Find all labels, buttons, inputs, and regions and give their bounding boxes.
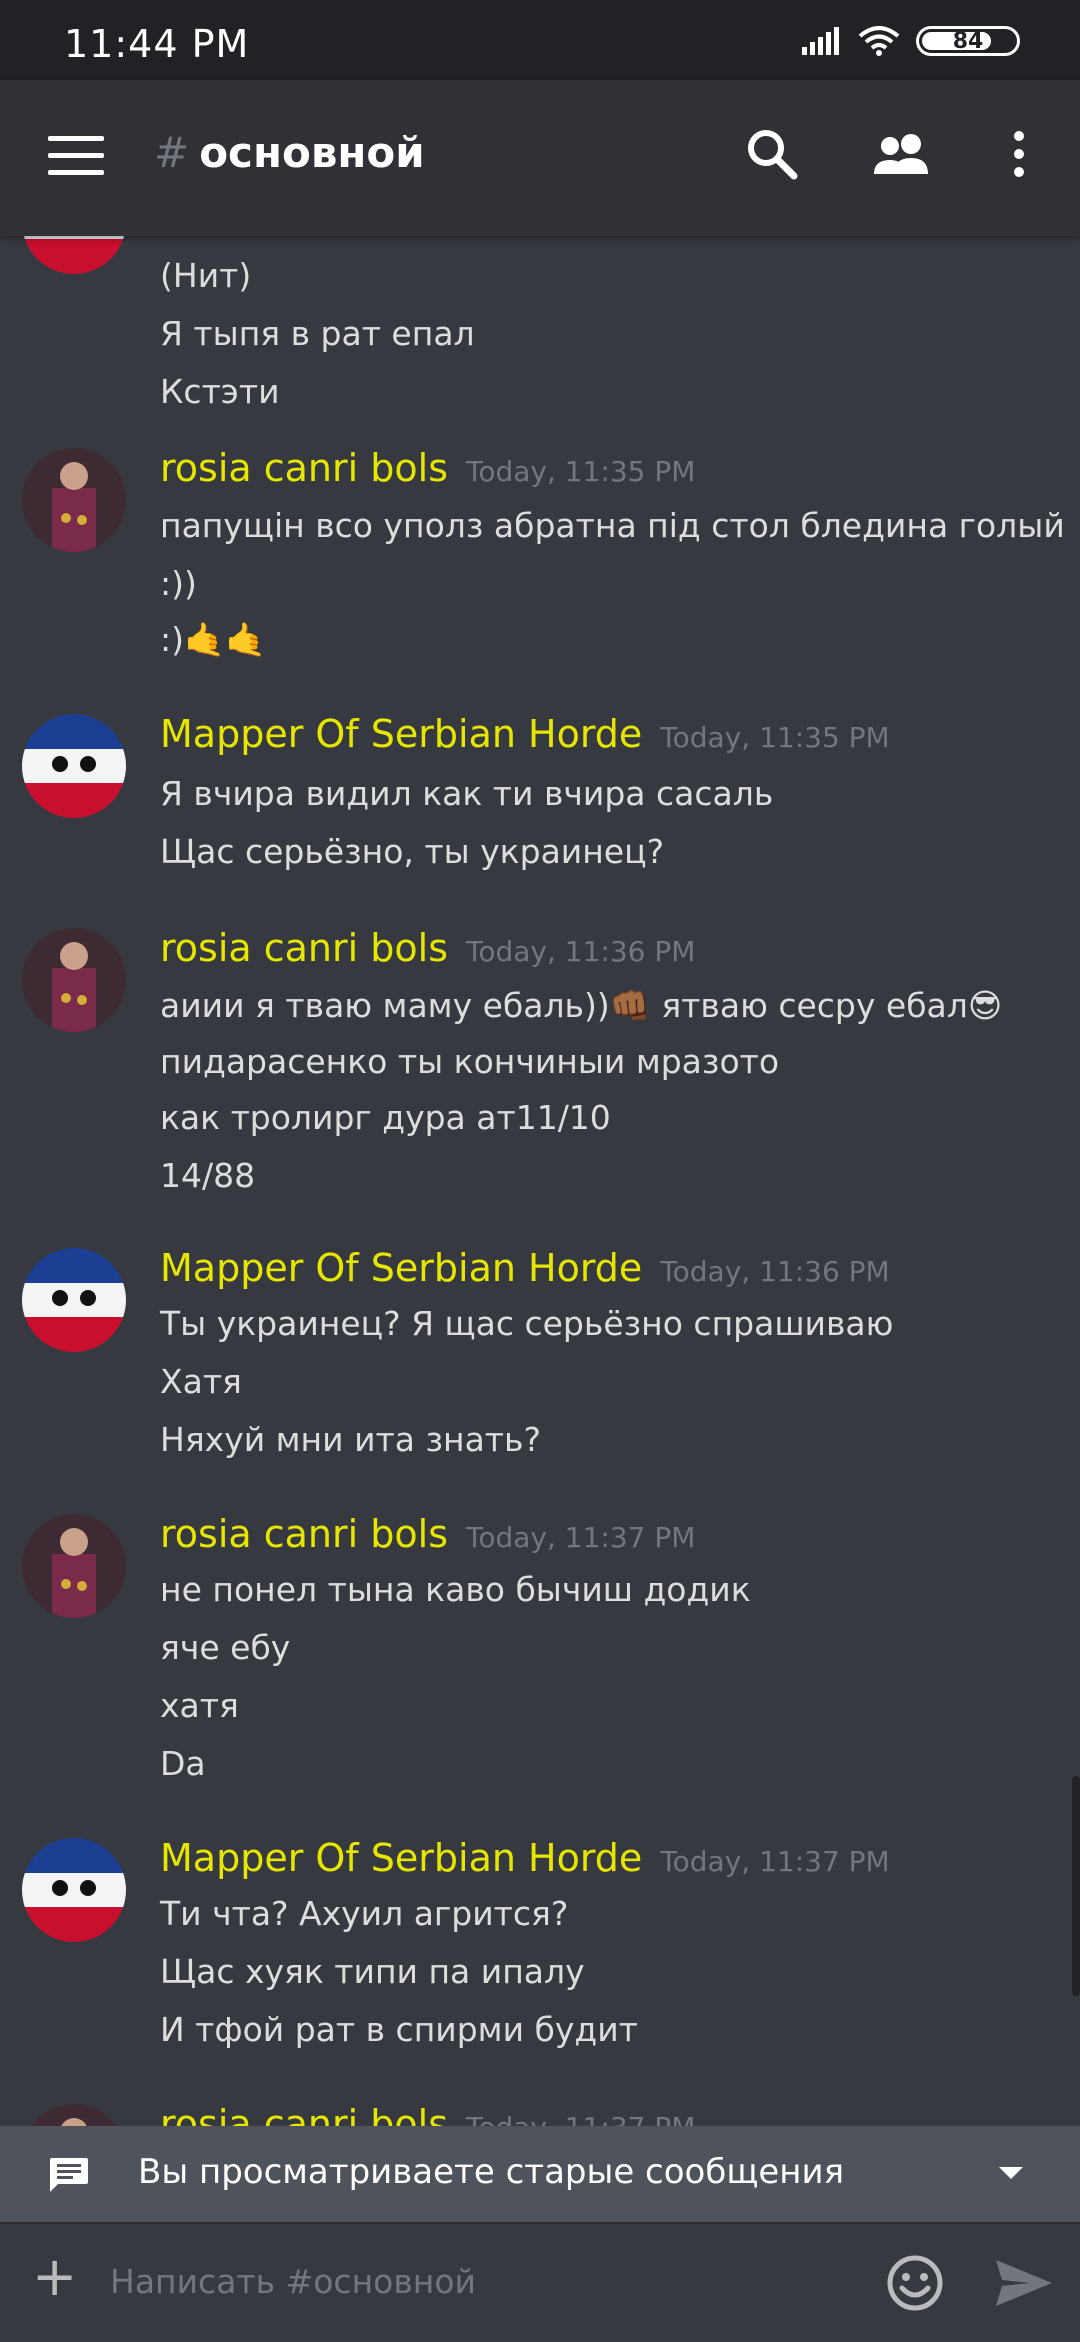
channel-hash: # <box>154 128 190 177</box>
message-list[interactable]: (Нит) Я тыпя в рат епал Кстэти rosia can… <box>0 236 1080 2126</box>
message-timestamp: Today, 11:37 PM <box>660 1845 890 1878</box>
avatar[interactable] <box>22 1248 126 1352</box>
scrollbar[interactable] <box>1072 1776 1080 1996</box>
message-author[interactable]: Mapper Of Serbian Horde Today, 11:37 PM <box>160 1836 890 1880</box>
message-line: Я тыпя в рат епал <box>160 314 475 353</box>
message-line: :)) <box>160 564 197 603</box>
search-icon[interactable] <box>742 124 802 184</box>
message-line: Ты украинец? Я щас серьёзно спрашиваю <box>160 1304 894 1343</box>
author-name[interactable]: rosia canri bols <box>160 446 448 490</box>
message-line: Кстэти <box>160 372 280 411</box>
channel-header: # основной <box>0 80 1080 236</box>
message-timestamp: Today, 11:37 PM <box>466 1521 696 1554</box>
avatar[interactable] <box>22 1838 126 1942</box>
battery-indicator: 84 <box>916 26 1020 56</box>
message-line: :)🤙🤙 <box>160 620 267 659</box>
avatar[interactable] <box>22 1514 126 1618</box>
add-attachment-icon[interactable]: + <box>32 2250 77 2304</box>
message-line: Ти чта? Ахуил агрится? <box>160 1894 569 1933</box>
avatar[interactable] <box>22 714 126 818</box>
message-line: 14/88 <box>160 1156 256 1195</box>
message-input[interactable]: Написать #основной <box>110 2262 476 2301</box>
message-line: (Нит) <box>160 256 252 295</box>
author-name[interactable]: Mapper Of Serbian Horde <box>160 1246 642 1290</box>
author-name[interactable]: rosia canri bols <box>160 926 448 970</box>
members-icon[interactable] <box>868 124 938 184</box>
message-line: Щас хуяк типи па ипалу <box>160 1952 585 1991</box>
menu-icon[interactable] <box>48 136 104 176</box>
status-bar: 11:44 PM 84 <box>0 0 1080 80</box>
message-timestamp: Today, 11:35 PM <box>660 721 890 754</box>
message-line: как тролирг дура ат11/10 <box>160 1098 611 1137</box>
more-options-icon[interactable] <box>1004 124 1034 184</box>
channel-title: # основной <box>154 128 425 177</box>
signal-icon <box>802 27 839 55</box>
message-line: И тфой рат в спирми будит <box>160 2010 638 2049</box>
author-name[interactable]: Mapper Of Serbian Horde <box>160 1836 642 1880</box>
message-timestamp: Today, 11:35 PM <box>466 455 696 488</box>
message-icon <box>50 2158 88 2192</box>
channel-name: основной <box>199 128 425 177</box>
message-author[interactable]: rosia canri bols Today, 11:37 PM <box>160 2102 695 2126</box>
old-messages-bar[interactable]: Вы просматриваете старые сообщения <box>0 2126 1080 2222</box>
message-timestamp: Today, 11:36 PM <box>660 1255 890 1288</box>
message-line: Я вчира видил как ти вчира сасаль <box>160 774 774 813</box>
send-icon[interactable] <box>994 2258 1054 2308</box>
author-name[interactable]: Mapper Of Serbian Horde <box>160 712 642 756</box>
message-author[interactable]: rosia canri bols Today, 11:35 PM <box>160 446 695 490</box>
message-line: Da <box>160 1744 206 1783</box>
avatar[interactable] <box>22 2104 126 2126</box>
wifi-icon <box>858 26 900 56</box>
message-timestamp: Today, 11:37 PM <box>466 2111 695 2126</box>
message-line: Хатя <box>160 1362 242 1401</box>
message-line: Няхуй мни ита знать? <box>160 1420 541 1459</box>
avatar[interactable] <box>22 236 126 274</box>
message-author[interactable]: rosia canri bols Today, 11:36 PM <box>160 926 695 970</box>
message-line: яче ебу <box>160 1628 291 1667</box>
old-messages-text: Вы просматриваете старые сообщения <box>138 2152 845 2192</box>
message-author[interactable]: Mapper Of Serbian Horde Today, 11:35 PM <box>160 712 890 756</box>
battery-level: 84 <box>952 28 984 54</box>
message-author[interactable]: Mapper Of Serbian Horde Today, 11:36 PM <box>160 1246 890 1290</box>
emoji-icon[interactable] <box>886 2254 944 2312</box>
message-line: пидарасенко ты кончиныи мразото <box>160 1042 780 1081</box>
avatar[interactable] <box>22 448 126 552</box>
composer: + Написать #основной <box>0 2222 1080 2342</box>
message-line: папущін всо уполз абратна під стол бледи… <box>160 506 1065 545</box>
author-name[interactable]: rosia canri bols <box>160 2102 448 2126</box>
message-author[interactable]: rosia canri bols Today, 11:37 PM <box>160 1512 695 1556</box>
message-line: хатя <box>160 1686 239 1725</box>
avatar[interactable] <box>22 928 126 1032</box>
message-timestamp: Today, 11:36 PM <box>466 935 696 968</box>
author-name[interactable]: rosia canri bols <box>160 1512 448 1556</box>
message-line: Щас серьёзно, ты украинец? <box>160 832 665 871</box>
chevron-down-icon[interactable] <box>996 2164 1026 2184</box>
message-line: не понел тына каво бычиш додик <box>160 1570 751 1609</box>
message-line: аиии я тваю маму ебаль))👊🏾 ятваю сесру е… <box>160 986 1003 1025</box>
status-time: 11:44 PM <box>64 22 250 66</box>
